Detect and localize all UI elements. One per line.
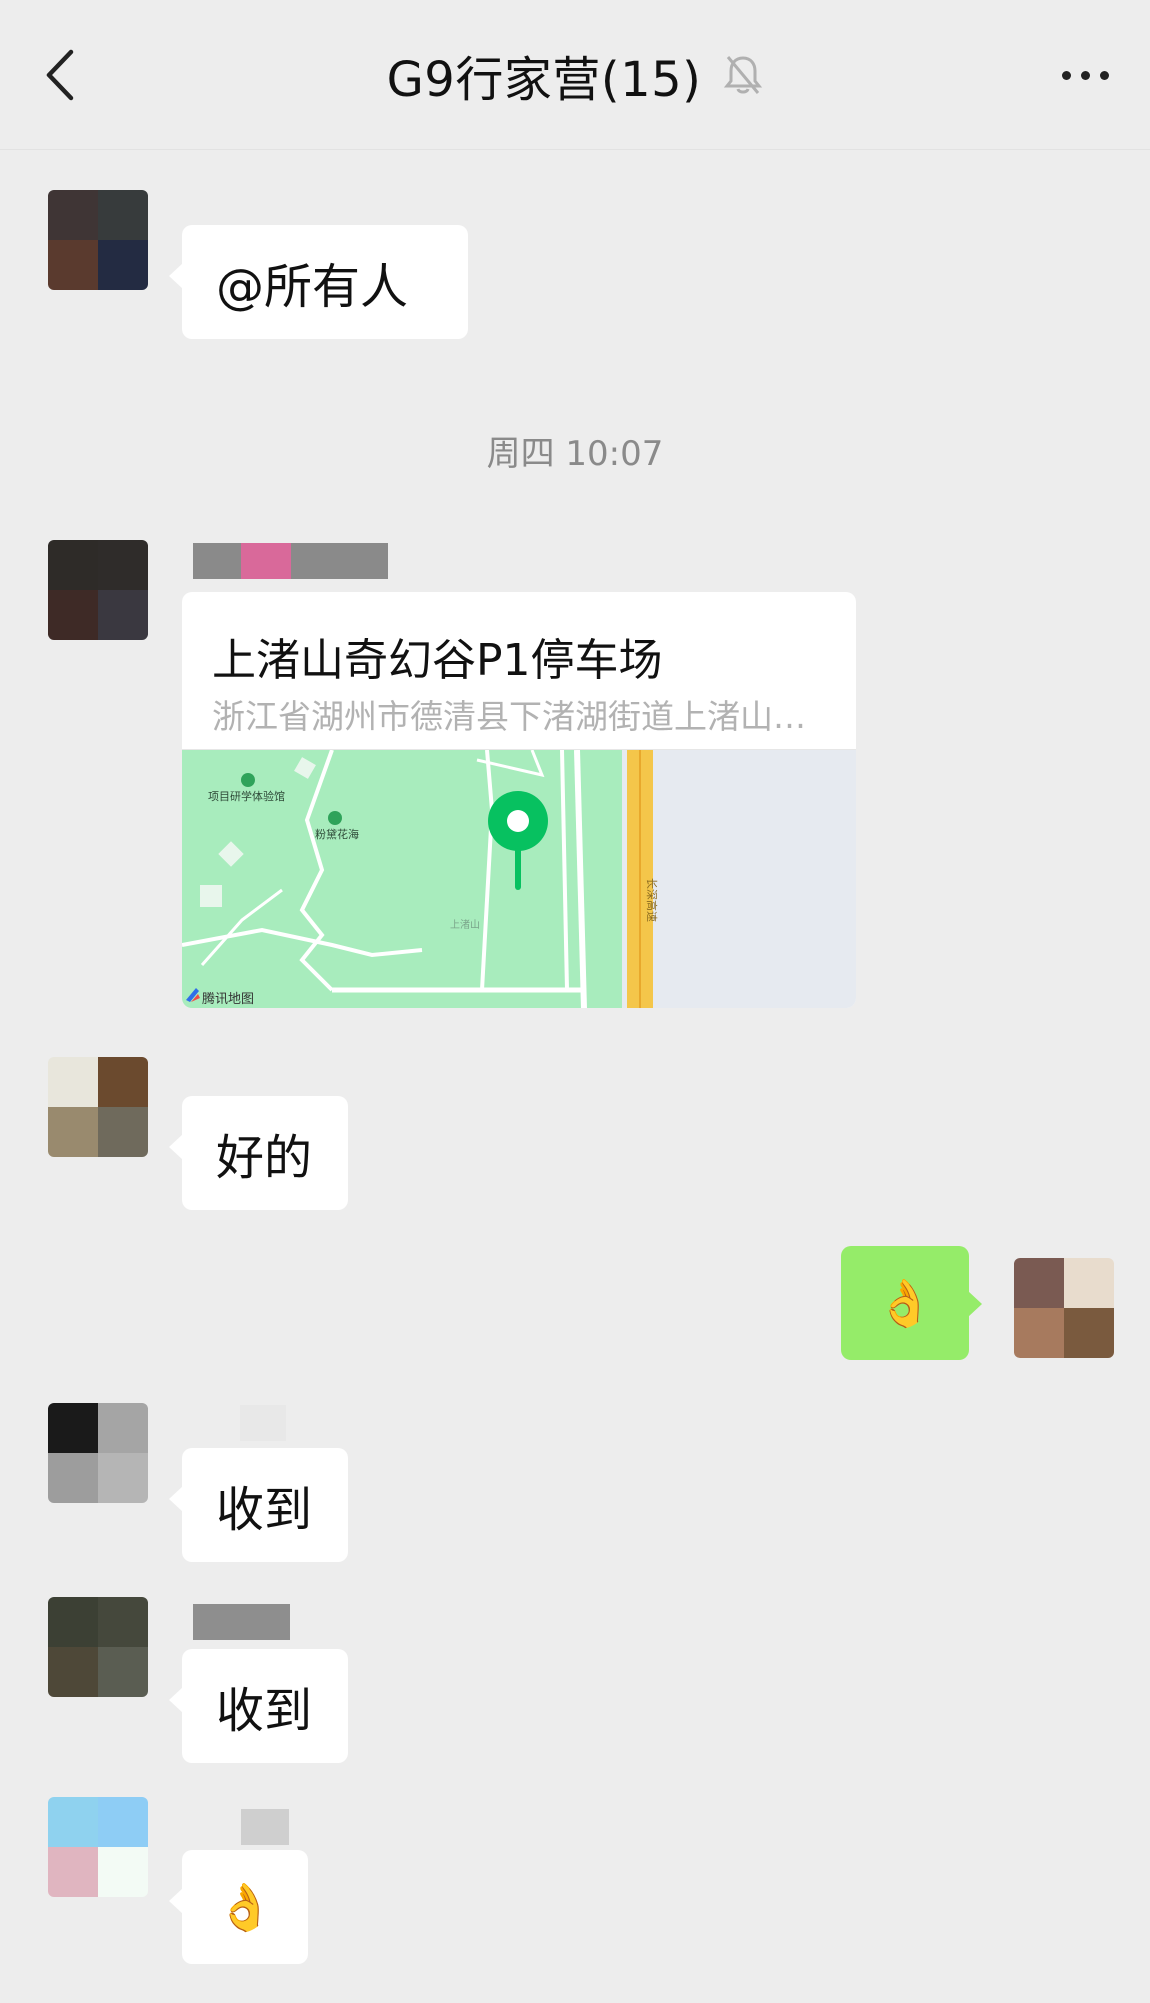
location-title: 上渚山奇幻谷P1停车场	[212, 635, 663, 686]
map-preview[interactable]: 项目研学体验馆 粉黛花海 上渚山 长深高速 腾讯地图	[182, 749, 856, 1008]
location-card[interactable]: 上渚山奇幻谷P1停车场 浙江省湖州市德清县下渚湖街道上渚山… 项目研学体验馆 粉…	[182, 592, 856, 1008]
message-text: @所有人	[216, 259, 409, 315]
message-bubble[interactable]: 好的	[169, 1096, 348, 1210]
more-horizontal-icon	[1061, 70, 1071, 80]
sender-name-redacted	[240, 1405, 286, 1441]
more-dot	[1080, 70, 1090, 80]
message-text: 收到	[216, 1683, 313, 1739]
sender-name-redacted	[241, 1809, 289, 1845]
more-dot	[1099, 70, 1109, 80]
sender-name-redacted	[193, 1604, 290, 1640]
avatar[interactable]	[48, 1057, 148, 1157]
avatar[interactable]	[48, 1403, 148, 1503]
map-provider-label: 腾讯地图	[202, 991, 254, 1006]
message-timestamp: 周四 10:07	[486, 434, 664, 474]
sender-name-redacted	[193, 543, 388, 579]
map-poi-label: 项目研学体验馆	[208, 789, 285, 803]
bell-off-icon	[724, 56, 763, 94]
message-bubble[interactable]: 收到	[169, 1448, 348, 1562]
message-text: 好的	[216, 1130, 313, 1186]
map-graphic: 项目研学体验馆 粉黛花海 上渚山 长深高速 腾讯地图	[182, 750, 856, 1008]
message-text: 收到	[216, 1482, 313, 1538]
chat-title-area[interactable]: G9行家营(15)	[0, 40, 1150, 110]
chat-title: G9行家营(15)	[386, 52, 702, 108]
avatar[interactable]	[48, 540, 148, 640]
map-poi-label: 上渚山	[450, 919, 480, 931]
more-button[interactable]	[1050, 45, 1120, 105]
location-address: 浙江省湖州市德清县下渚湖街道上渚山…	[212, 697, 806, 736]
message-bubble[interactable]: 👌	[169, 1850, 308, 1964]
message-bubble[interactable]: @所有人	[169, 225, 468, 339]
avatar[interactable]	[48, 1797, 148, 1897]
ok-hand-emoji: 👌	[216, 1880, 274, 1934]
chat-header: G9行家营(15)	[0, 0, 1150, 150]
message-bubble-outgoing[interactable]: 👌	[841, 1246, 982, 1360]
map-road-label: 长深高速	[645, 878, 659, 922]
message-bubble[interactable]: 收到	[169, 1649, 348, 1763]
map-poi-label: 粉黛花海	[315, 827, 359, 841]
avatar[interactable]	[48, 1597, 148, 1697]
ok-hand-emoji: 👌	[876, 1276, 934, 1330]
avatar[interactable]	[48, 190, 148, 290]
self-avatar[interactable]	[1014, 1258, 1114, 1358]
